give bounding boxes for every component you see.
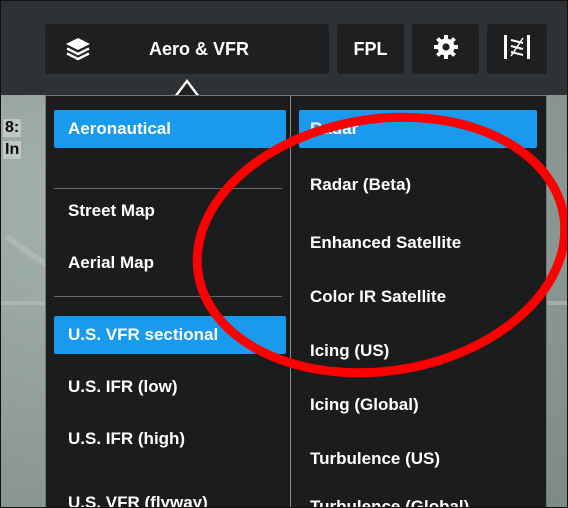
map-type-label: Street Map — [68, 201, 155, 220]
weather-item-radar-beta[interactable]: Radar (Beta) — [299, 166, 537, 204]
map-layer-dropdown: Aeronautical Street Map Aerial Map U.S. … — [45, 95, 547, 508]
weather-layer-label: Turbulence (US) — [310, 449, 441, 468]
fpl-label: FPL — [353, 38, 388, 59]
fpl-button[interactable]: FPL — [337, 24, 404, 74]
weather-slider-button[interactable] — [487, 24, 547, 74]
weather-layer-list: Radar Radar (Beta) Enhanced Satellite Co… — [291, 96, 546, 508]
weather-layer-label: Radar — [310, 119, 359, 138]
weather-layer-label: Color IR Satellite — [310, 287, 447, 306]
map-type-label: U.S. VFR (flyway) — [68, 493, 208, 508]
weather-item-icing-us[interactable]: Icing (US) — [299, 332, 537, 370]
weather-item-enhanced-satellite[interactable]: Enhanced Satellite — [299, 224, 537, 262]
weather-layer-label: Radar (Beta) — [310, 175, 412, 194]
map-label-fragment: 8: — [3, 119, 22, 137]
map-type-label: U.S. IFR (low) — [68, 377, 178, 396]
map-type-item-aerial-map[interactable]: Aerial Map — [54, 244, 286, 282]
weather-item-radar[interactable]: Radar — [299, 110, 537, 148]
weather-layer-label: Icing (Global) — [310, 395, 419, 414]
settings-button[interactable] — [412, 24, 479, 74]
map-layer-button[interactable]: Aero & VFR — [45, 24, 329, 74]
popover-caret-inner — [178, 83, 196, 95]
gear-icon — [433, 34, 458, 64]
map-type-item-us-ifr-high[interactable]: U.S. IFR (high) — [54, 420, 286, 458]
weather-item-color-ir-satellite[interactable]: Color IR Satellite — [299, 278, 537, 316]
weather-item-icing-global[interactable]: Icing (Global) — [299, 386, 537, 424]
map-type-label: Aeronautical — [68, 119, 171, 138]
menu-divider — [54, 188, 282, 189]
menu-divider — [54, 296, 282, 297]
map-layer-label: Aero & VFR — [149, 39, 250, 59]
weather-layer-label: Turbulence (Global) — [310, 497, 470, 508]
map-type-item-us-vfr-flyway[interactable]: U.S. VFR (flyway) — [54, 484, 286, 508]
map-type-item-us-ifr-low[interactable]: U.S. IFR (low) — [54, 368, 286, 406]
weather-layer-label: Enhanced Satellite — [310, 233, 462, 252]
layers-icon — [65, 37, 91, 61]
map-type-item-street-map[interactable]: Street Map — [54, 192, 286, 230]
map-type-label: U.S. IFR (high) — [68, 429, 186, 448]
app-window: 8: In Aero & VFR FPL Aeronautical Street… — [0, 0, 568, 508]
weather-item-turbulence-us[interactable]: Turbulence (US) — [299, 440, 537, 478]
map-type-label: U.S. VFR sectional — [68, 325, 219, 344]
weather-slider-icon — [502, 34, 532, 65]
map-type-item-aeronautical[interactable]: Aeronautical — [54, 110, 286, 148]
top-toolbar: Aero & VFR FPL — [1, 1, 567, 95]
map-type-label: Aerial Map — [68, 253, 154, 272]
map-label-fragment: In — [3, 141, 22, 159]
map-type-list: Aeronautical Street Map Aerial Map U.S. … — [46, 96, 291, 508]
weather-layer-label: Icing (US) — [310, 341, 390, 360]
map-type-item-us-vfr-sectional[interactable]: U.S. VFR sectional — [54, 316, 286, 354]
weather-item-turbulence-global[interactable]: Turbulence (Global) — [299, 488, 537, 508]
